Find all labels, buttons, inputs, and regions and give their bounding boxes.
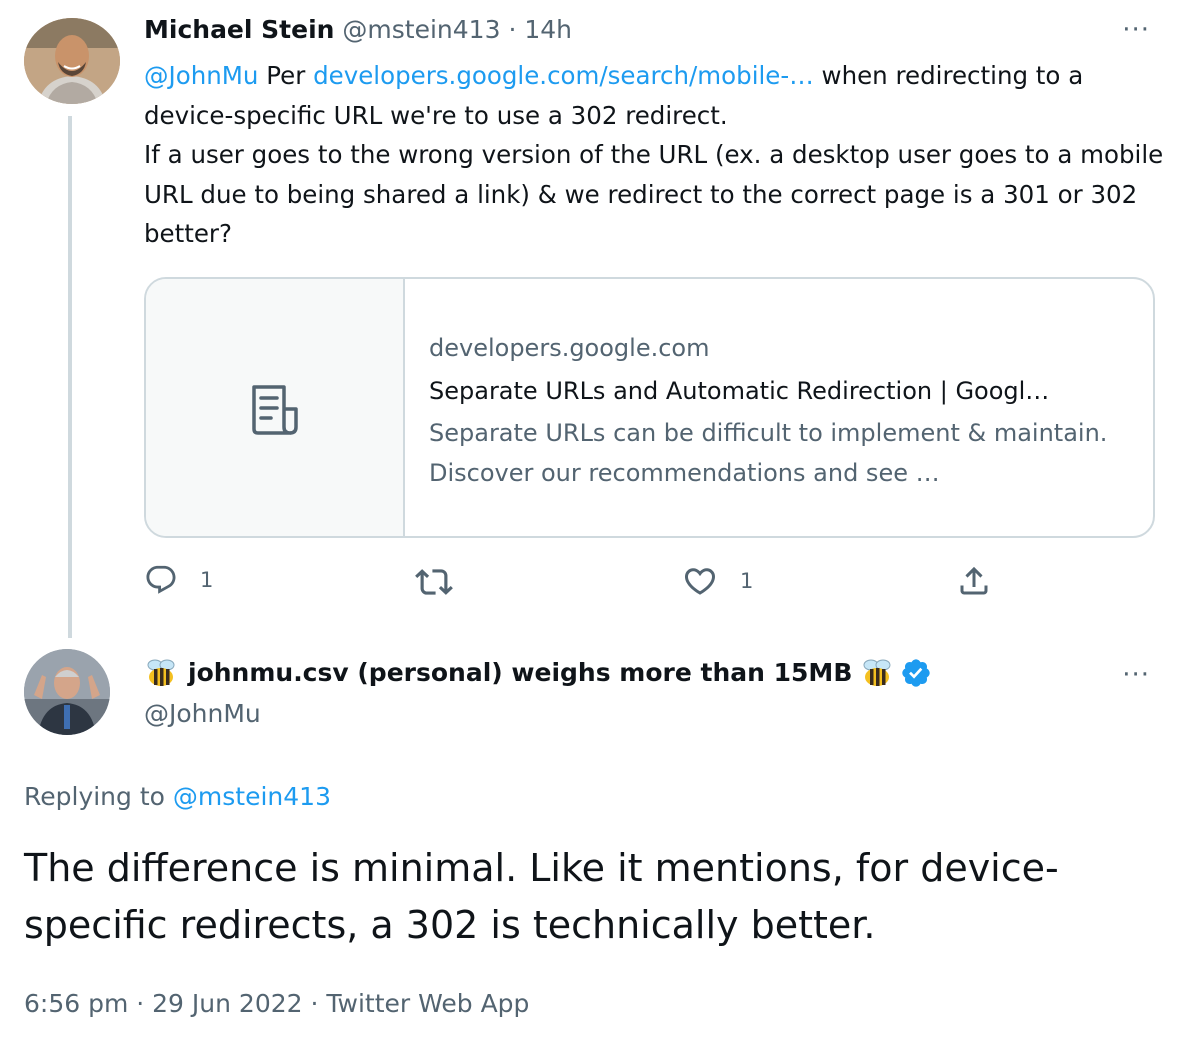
- card-domain: developers.google.com: [429, 334, 710, 362]
- thread-connector-line: [68, 116, 72, 638]
- verified-badge-icon[interactable]: [900, 657, 932, 689]
- author-name[interactable]: johnmu.csv (personal) weighs more than 1…: [188, 656, 852, 690]
- tweet-text-segment: Per: [266, 61, 306, 90]
- tweet-text-paragraph: If a user goes to the wrong version of t…: [144, 140, 1164, 248]
- avatar[interactable]: [24, 18, 120, 104]
- retweet-button[interactable]: [415, 563, 475, 601]
- author-handle[interactable]: @JohnMu: [144, 698, 261, 730]
- heart-icon: [684, 568, 716, 595]
- share-button[interactable]: [956, 563, 992, 599]
- author-name[interactable]: Michael Stein: [144, 15, 334, 44]
- like-button[interactable]: 1: [682, 563, 753, 599]
- mention-link[interactable]: @JohnMu: [144, 61, 258, 90]
- reply-count: 1: [200, 568, 214, 592]
- tweet-header: johnmu.csv (personal) weighs more than 1…: [144, 656, 932, 690]
- tweet-metadata[interactable]: 6:56 pm · 29 Jun 2022 · Twitter Web App: [24, 986, 529, 1022]
- avatar[interactable]: [24, 649, 110, 735]
- more-options-icon[interactable]: ···: [1122, 662, 1150, 688]
- document-icon: [246, 381, 302, 441]
- reply-tweet-text: The difference is minimal. Like it menti…: [24, 846, 1059, 947]
- retweet-icon: [415, 569, 453, 595]
- header-separator: ·: [508, 15, 517, 44]
- card-thumbnail: [146, 279, 405, 536]
- replying-handle-link[interactable]: @mstein413: [173, 782, 331, 811]
- reply-button[interactable]: 1: [144, 563, 213, 597]
- url-link[interactable]: developers.google.com/search/mobile-…: [313, 61, 814, 90]
- bee-icon: [860, 656, 894, 690]
- replying-to: Replying to @mstein413: [24, 780, 331, 814]
- tweet-text: @JohnMu Per developers.google.com/search…: [144, 56, 1164, 254]
- more-options-icon[interactable]: ···: [1122, 17, 1150, 43]
- share-icon: [960, 566, 988, 595]
- bee-icon: [144, 656, 178, 690]
- card-title: Separate URLs and Automatic Redirection …: [429, 377, 1050, 405]
- link-preview-card[interactable]: developers.google.com Separate URLs and …: [144, 277, 1155, 538]
- like-count: 1: [740, 569, 754, 593]
- card-content: developers.google.com Separate URLs and …: [429, 327, 1129, 493]
- card-description: Separate URLs can be difficult to implem…: [429, 419, 1108, 487]
- author-handle[interactable]: @mstein413: [342, 15, 500, 44]
- replying-label: Replying to: [24, 782, 165, 811]
- tweet-header: Michael Stein @mstein413 · 14h: [144, 14, 572, 46]
- tweet-timestamp[interactable]: 14h: [524, 15, 572, 44]
- reply-icon: [146, 565, 176, 594]
